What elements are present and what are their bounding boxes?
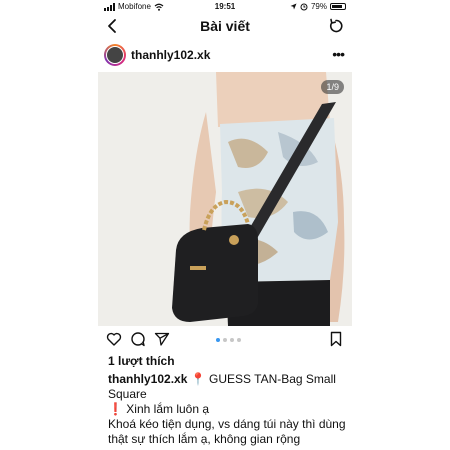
carousel-dots — [216, 338, 241, 342]
more-options-icon[interactable]: ••• — [332, 46, 345, 62]
caption-line-2: Xinh lắm luôn ạ — [126, 402, 210, 416]
avatar[interactable] — [104, 44, 126, 66]
bookmark-icon[interactable] — [328, 331, 344, 347]
battery-icon — [330, 3, 346, 10]
battery-percent: 79% — [310, 2, 327, 11]
nav-bar: Bài viết — [98, 14, 352, 38]
alarm-icon — [300, 3, 308, 10]
post-caption: thanhly102.xk 📍 GUESS TAN-Bag Small Squa… — [108, 372, 348, 447]
post-actions — [98, 328, 352, 350]
share-icon[interactable] — [154, 331, 170, 347]
status-bar: Mobifone 19:51 79% — [98, 0, 352, 14]
likes-count[interactable]: 1 lượt thích — [108, 354, 175, 368]
carousel-dot — [230, 338, 234, 342]
caption-username[interactable]: thanhly102.xk — [108, 372, 187, 386]
app-frame: Mobifone 19:51 79% Bài viết thanhly102.x… — [98, 0, 352, 450]
post-header: thanhly102.xk ••• — [98, 40, 352, 72]
location-icon — [290, 3, 297, 10]
refresh-icon[interactable] — [328, 18, 344, 34]
caption-line-3: Khoá kéo tiện dụng, vs dáng túi này thì … — [108, 417, 346, 446]
carousel-dot — [237, 338, 241, 342]
carousel-dot-active — [216, 338, 220, 342]
image-counter: 1/9 — [321, 80, 344, 94]
pin-icon: 📍 — [190, 372, 206, 386]
comment-icon[interactable] — [130, 331, 146, 347]
post-photo[interactable]: 1/9 — [98, 72, 352, 326]
heart-icon[interactable] — [106, 331, 122, 347]
carousel-dot — [223, 338, 227, 342]
page-title: Bài viết — [200, 18, 250, 34]
post-username[interactable]: thanhly102.xk — [131, 48, 210, 62]
exclamation-icon: ❗ — [108, 402, 123, 416]
photo-illustration — [98, 72, 352, 326]
